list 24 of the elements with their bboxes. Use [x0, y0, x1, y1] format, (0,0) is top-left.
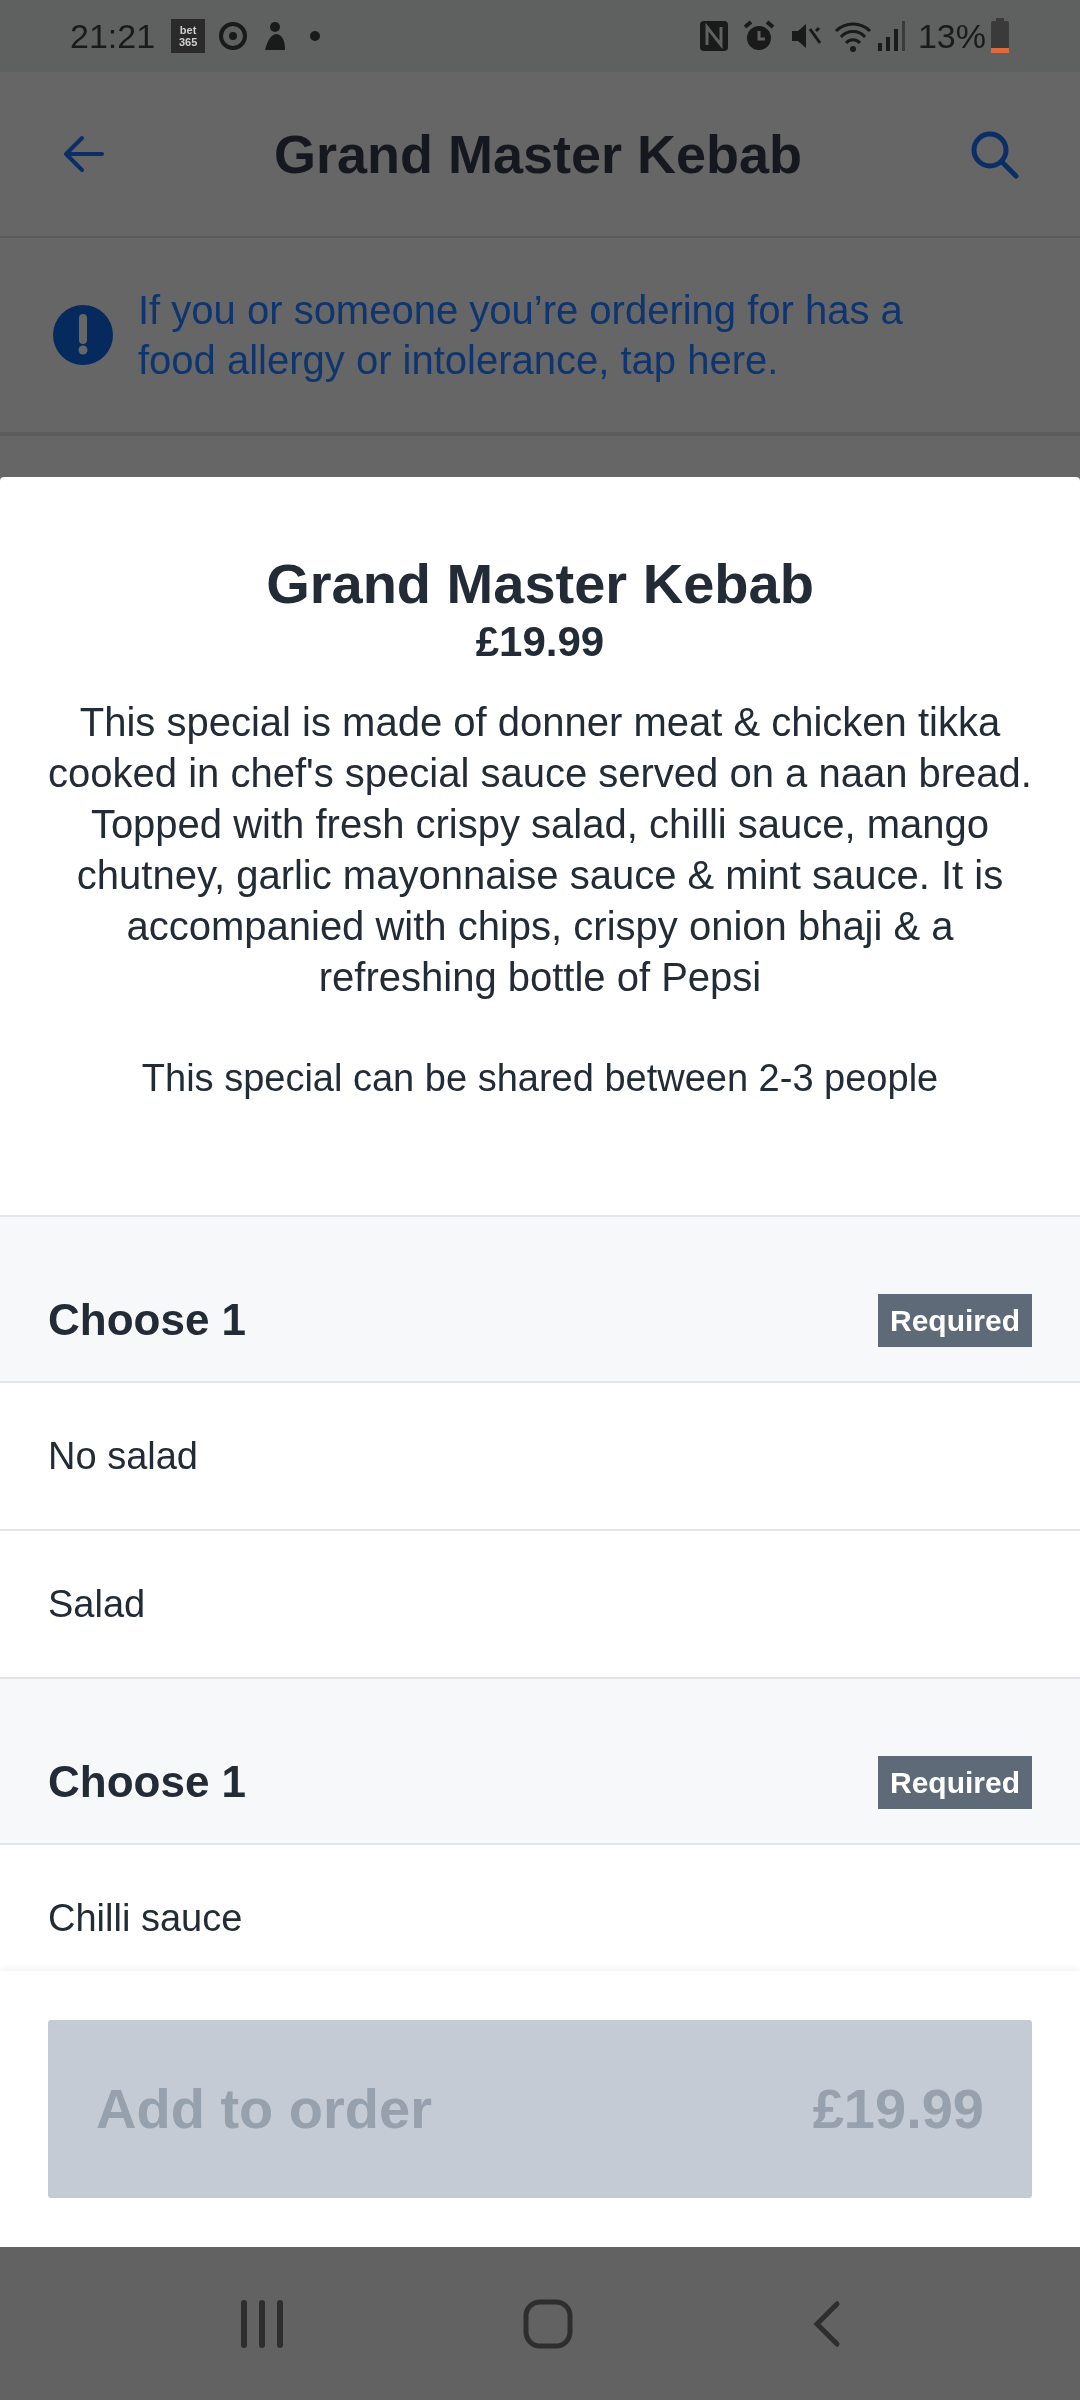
option-row[interactable]: No salad	[0, 1383, 1080, 1531]
battery-icon	[990, 18, 1010, 54]
alert-icon	[52, 304, 114, 366]
required-badge: Required	[877, 1756, 1032, 1809]
header-title: Grand Master Kebab	[272, 122, 804, 186]
group-heading: Choose 1	[48, 1294, 247, 1346]
group-heading: Choose 1	[48, 1756, 247, 1808]
recent-apps-icon[interactable]	[239, 2299, 285, 2348]
alarm-icon	[741, 19, 776, 53]
back-nav-icon[interactable]	[811, 2299, 841, 2348]
item-title: Grand Master Kebab	[266, 551, 814, 617]
notification-icon	[217, 20, 250, 52]
dot-icon	[309, 30, 322, 42]
item-description: This special is made of donner meat & chicken tikka cooked in chef's special sauce served on a naan bread. Topped with fresh crispy salad, chilli sauce, mango chutney, garlic mayonnaise sauce & mint sauce. It is accompanied with chips, crispy onion bhaji & a refreshing bottle of Pepsi	[48, 699, 1032, 1001]
home-icon[interactable]	[523, 2298, 573, 2349]
battery-percentage: 13%	[917, 15, 986, 57]
status-time: 21:21	[70, 15, 156, 57]
wifi-icon	[833, 19, 872, 53]
nfc-icon	[697, 19, 730, 53]
app-notification-icon: bet 365	[171, 19, 206, 53]
signal-icon	[875, 19, 906, 53]
item-price: £19.99	[475, 617, 605, 667]
serving-note: This special can be shared between 2-3 people	[141, 1056, 939, 1101]
required-badge: Required	[877, 1294, 1032, 1347]
